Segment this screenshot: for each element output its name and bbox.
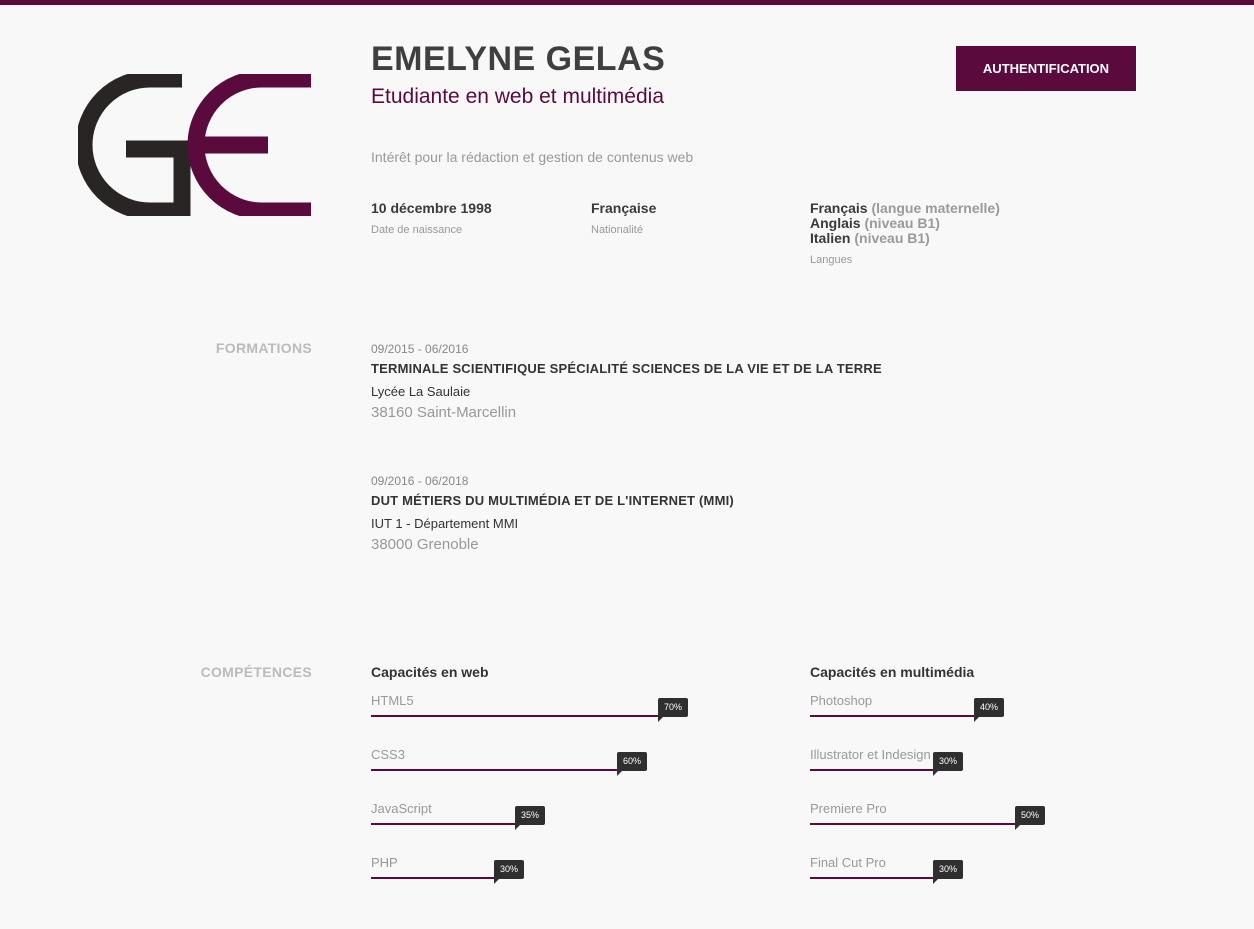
language-name: Français	[810, 200, 868, 216]
skill-label: HTML5	[371, 693, 414, 708]
skill-bar	[810, 769, 933, 771]
nationality-label: Nationalité	[591, 224, 643, 236]
formation-title: TERMINALE SCIENTIFIQUE SPÉCIALITÉ SCIENC…	[371, 361, 882, 376]
language-item: Anglais (niveau B1)	[810, 216, 1000, 231]
skill-bar	[371, 769, 617, 771]
skill-label: Illustrator et Indesign	[810, 747, 931, 762]
languages-label: Langues	[810, 254, 853, 266]
skill-percent-badge: 50%	[1015, 806, 1046, 830]
birth-label: Date de naissance	[371, 224, 463, 236]
birth-date: 10 décembre 1998	[371, 200, 492, 216]
skill-bar	[810, 715, 974, 717]
logo-g-letter	[78, 74, 191, 216]
formation-school: IUT 1 - Département MMI	[371, 516, 519, 531]
formation-title: DUT MÉTIERS DU MULTIMÉDIA ET DE L'INTERN…	[371, 493, 734, 508]
skill-photoshop: Photoshop 40%	[810, 682, 1210, 736]
formation-city: 38000 Grenoble	[371, 536, 479, 553]
language-name: Italien	[810, 230, 851, 246]
languages-info: Français (langue maternelle) Anglais (ni…	[810, 201, 1000, 267]
skill-percent-badge: 30%	[933, 860, 964, 884]
skill-php: PHP 30%	[371, 844, 771, 898]
skill-label: Final Cut Pro	[810, 855, 886, 870]
multimedia-skills-title: Capacités en multimédia	[810, 664, 975, 680]
top-accent-bar	[0, 0, 1254, 5]
person-subtitle: Etudiante en web et multimédia	[371, 85, 665, 108]
skill-percent-badge: 40%	[974, 698, 1005, 722]
formation-item: 09/2015 - 06/2016 TERMINALE SCIENTIFIQUE…	[371, 339, 1071, 423]
language-level: (niveau B1)	[864, 215, 940, 231]
skill-html5: HTML5 70%	[371, 682, 771, 736]
nationality-value: Française	[591, 200, 657, 216]
nationality-info: Française Nationalité	[591, 200, 657, 237]
ge-monogram-logo	[78, 74, 311, 216]
skill-css3: CSS3 60%	[371, 736, 771, 790]
skill-bar	[810, 877, 933, 879]
skill-final-cut-pro: Final Cut Pro 30%	[810, 844, 1210, 898]
formation-date: 09/2016 - 06/2018	[371, 474, 469, 488]
skill-bar	[371, 823, 515, 825]
formation-school: Lycée La Saulaie	[371, 384, 471, 399]
language-level: (niveau B1)	[854, 230, 930, 246]
skill-percent-badge: 35%	[515, 806, 546, 830]
formations-section-title: FORMATIONS	[215, 340, 312, 356]
web-skills-column: Capacités en web HTML5 70% CSS3 60% Java…	[371, 662, 771, 898]
formation-date: 09/2015 - 06/2016	[371, 342, 469, 356]
formation-city: 38160 Saint-Marcellin	[371, 404, 517, 421]
skill-premiere-pro: Premiere Pro 50%	[810, 790, 1210, 844]
interest-text: Intérêt pour la rédaction et gestion de …	[371, 149, 694, 165]
skill-label: JavaScript	[371, 801, 432, 816]
person-name: EMELYNE GELAS	[371, 40, 666, 78]
skill-label: Photoshop	[810, 693, 873, 708]
web-skills-title: Capacités en web	[371, 664, 489, 680]
skill-illustrator-indesign: Illustrator et Indesign 30%	[810, 736, 1210, 790]
skill-bar	[371, 877, 494, 879]
language-item: Italien (niveau B1)	[810, 231, 1000, 246]
formation-item: 09/2016 - 06/2018 DUT MÉTIERS DU MULTIMÉ…	[371, 471, 1071, 555]
skill-bar	[371, 715, 658, 717]
language-name: Anglais	[810, 215, 861, 231]
multimedia-skills-column: Capacités en multimédia Photoshop 40% Il…	[810, 662, 1210, 898]
skill-javascript: JavaScript 35%	[371, 790, 771, 844]
skill-percent-badge: 30%	[933, 752, 964, 776]
skill-label: PHP	[371, 855, 398, 870]
language-level: (langue maternelle)	[871, 200, 1000, 216]
logo-e-letter	[187, 74, 311, 216]
skill-percent-badge: 60%	[617, 752, 648, 776]
skill-percent-badge: 30%	[494, 860, 525, 884]
skill-label: Premiere Pro	[810, 801, 887, 816]
skill-label: CSS3	[371, 747, 405, 762]
birth-info: 10 décembre 1998 Date de naissance	[371, 200, 492, 237]
authentication-button[interactable]: AUTHENTIFICATION	[956, 46, 1136, 91]
competences-section-title: COMPÉTENCES	[200, 664, 312, 680]
skill-bar	[810, 823, 1015, 825]
language-item: Français (langue maternelle)	[810, 201, 1000, 216]
skill-percent-badge: 70%	[658, 698, 689, 722]
